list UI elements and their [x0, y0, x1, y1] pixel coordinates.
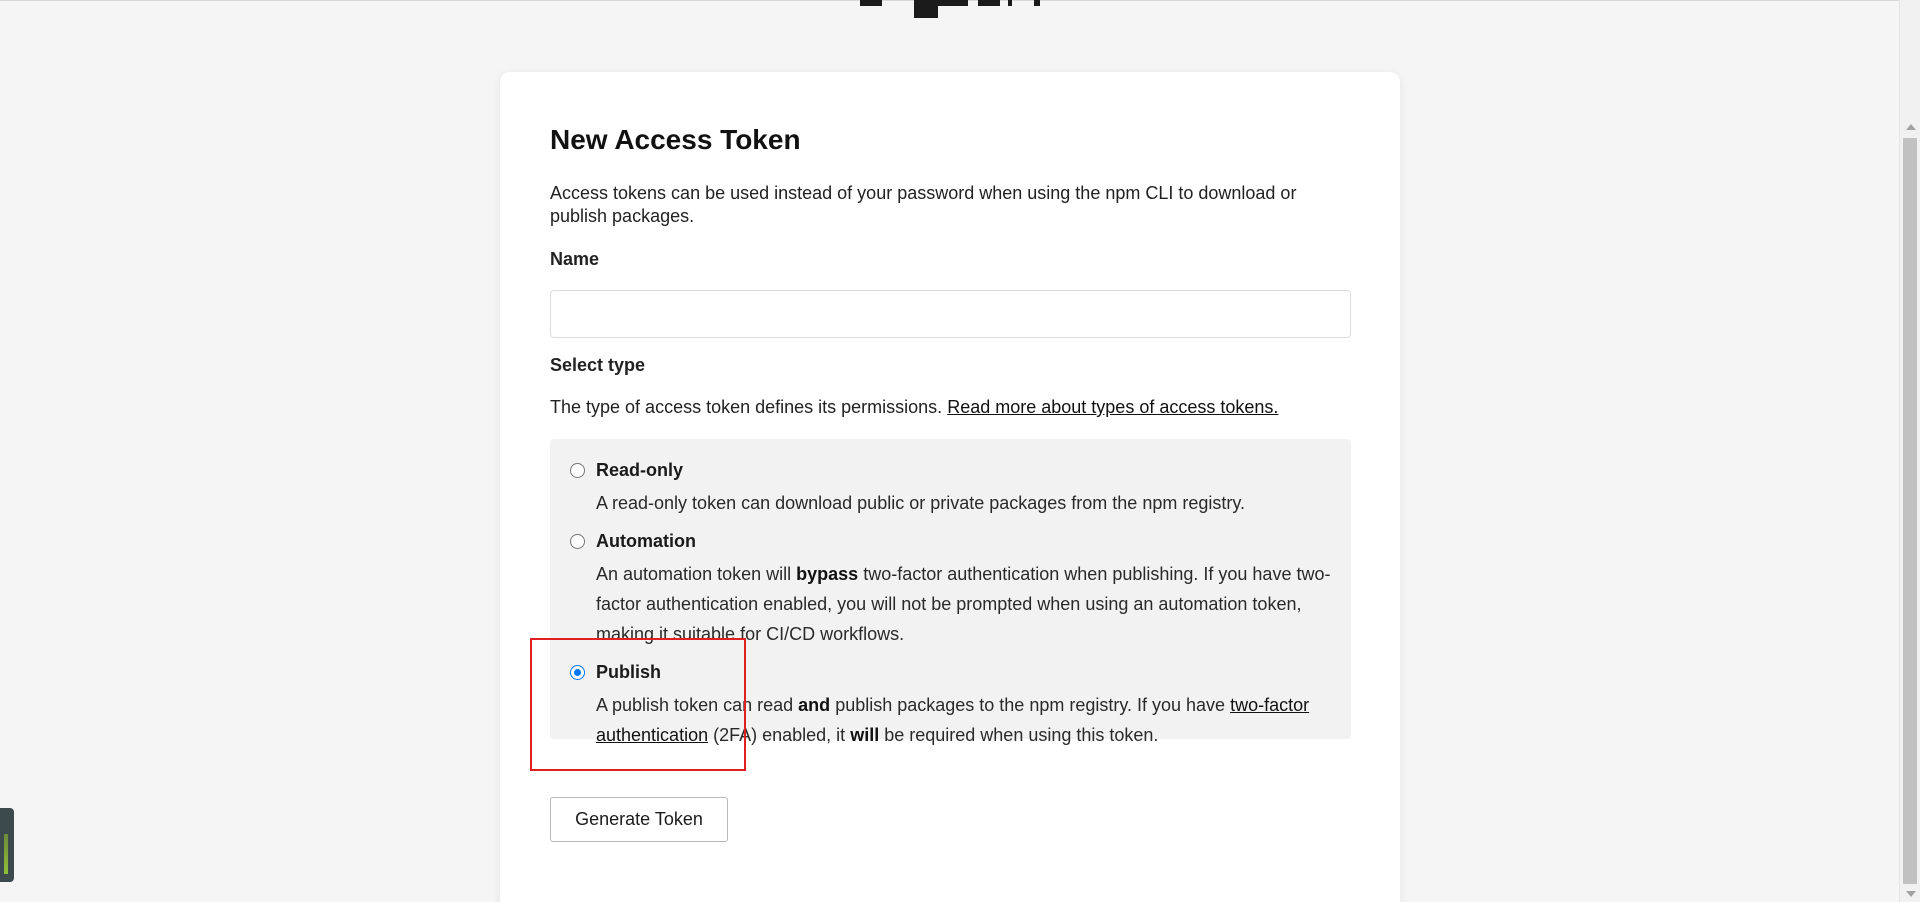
- read-only-radio[interactable]: [570, 463, 585, 478]
- publish-desc-bold: and: [798, 695, 831, 715]
- generate-token-button[interactable]: Generate Token: [550, 797, 728, 842]
- scrollbar-thumb[interactable]: [1903, 138, 1917, 884]
- automation-desc-bold: bypass: [796, 564, 859, 584]
- scroll-down-arrow-icon[interactable]: [1906, 891, 1916, 897]
- publish-title[interactable]: Publish: [596, 660, 661, 684]
- npm-logo-icon[interactable]: [858, 0, 1042, 20]
- publish-desc-part: be required when using this token.: [884, 725, 1159, 745]
- automation-desc-part: An automation token will: [596, 564, 792, 584]
- select-type-label: Select type: [550, 355, 646, 375]
- publish-desc-part: (2FA) enabled, it: [713, 725, 846, 745]
- publish-desc-part: publish packages to the npm registry. If…: [835, 695, 1226, 715]
- automation-description: An automation token will bypass two-fact…: [596, 559, 1336, 649]
- token-types-link[interactable]: Read more about types of access tokens.: [947, 397, 1278, 417]
- page-scrollbar[interactable]: [1899, 0, 1920, 902]
- token-name-input[interactable]: [550, 290, 1351, 338]
- token-type-options: Read-only A read-only token can download…: [550, 439, 1351, 745]
- publish-desc-bold: will: [850, 725, 880, 745]
- type-description: The type of access token defines its per…: [550, 395, 1278, 419]
- intro-text: Access tokens can be used instead of you…: [550, 183, 1297, 226]
- read-only-title[interactable]: Read-only: [596, 458, 683, 482]
- type-description-text: The type of access token defines its per…: [550, 397, 943, 417]
- automation-title[interactable]: Automation: [596, 529, 696, 553]
- scroll-up-arrow-icon[interactable]: [1906, 124, 1916, 130]
- publish-radio[interactable]: [570, 665, 585, 680]
- level-meter-icon: [4, 834, 8, 874]
- side-widget-tab[interactable]: [0, 808, 14, 882]
- access-token-card: New Access Token Access tokens can be us…: [500, 72, 1400, 902]
- publish-description: A publish token can read and publish pac…: [596, 690, 1336, 750]
- name-label: Name: [550, 249, 600, 269]
- page-title: New Access Token: [550, 124, 801, 155]
- publish-desc-part: A publish token can read: [596, 695, 794, 715]
- read-only-description: A read-only token can download public or…: [596, 493, 1246, 513]
- automation-radio[interactable]: [570, 534, 585, 549]
